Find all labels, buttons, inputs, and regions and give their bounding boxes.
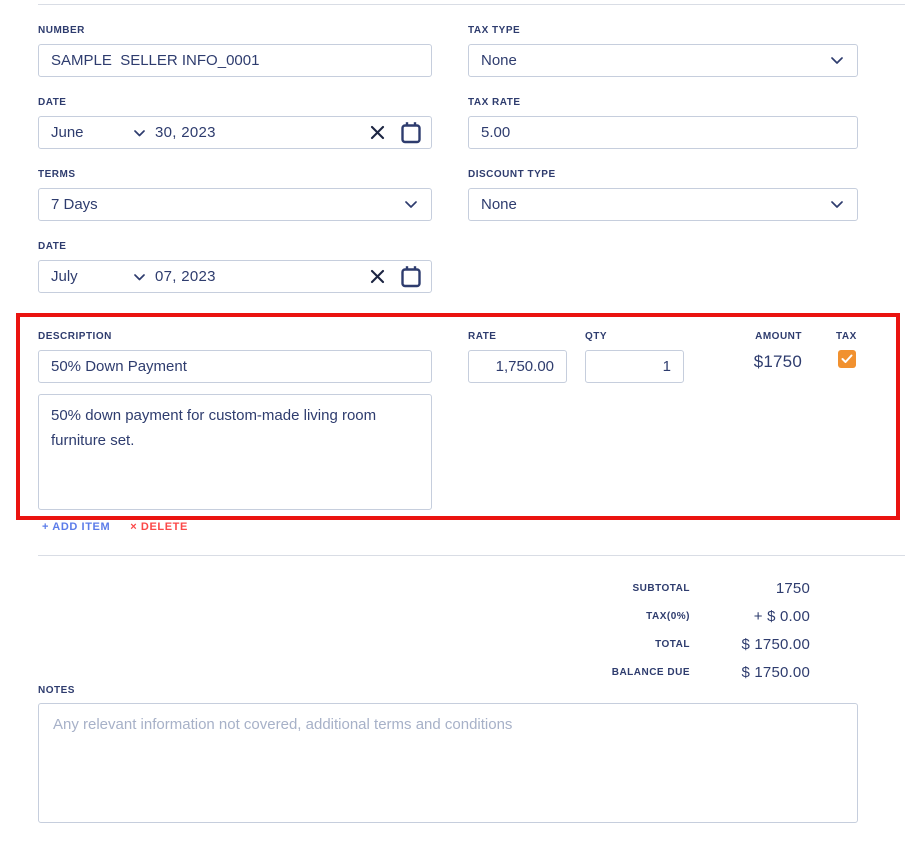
chevron-down-icon (405, 196, 417, 213)
chevron-down-icon (134, 268, 145, 285)
tax-row: TAX(0%) + $ 0.00 (540, 602, 810, 630)
issue-day-year-value[interactable]: 30, 2023 (155, 124, 216, 141)
due-date-field-group: DATE July 07, 2023 (38, 240, 432, 293)
terms-value: 7 Days (51, 196, 98, 213)
issue-date-field-group: DATE June 30, 2023 (38, 96, 432, 149)
issue-month-select[interactable]: June (39, 117, 145, 148)
balance-due-value: $ 1750.00 (690, 664, 810, 681)
item-amount-value: $1750 (690, 352, 802, 372)
chevron-down-icon (831, 196, 843, 213)
terms-select[interactable]: 7 Days (38, 188, 432, 221)
item-rate-field-group: RATE (468, 330, 567, 383)
total-label: TOTAL (540, 639, 690, 650)
due-month-value: July (51, 268, 78, 285)
issue-month-value: June (51, 124, 84, 141)
tax-rate-label: TAX RATE (468, 96, 858, 109)
calendar-icon[interactable] (400, 265, 422, 289)
due-date-label: DATE (38, 240, 432, 253)
issue-date-icons (370, 121, 431, 145)
discount-type-label: DISCOUNT TYPE (468, 168, 858, 181)
subtotal-value: 1750 (690, 580, 810, 597)
clear-date-icon[interactable] (370, 125, 385, 140)
subtotal-label: SUBTOTAL (540, 583, 690, 594)
item-description-label: DESCRIPTION (38, 330, 432, 343)
clear-date-icon[interactable] (370, 269, 385, 284)
item-tax-label: TAX (836, 330, 857, 343)
tax-total-label: TAX(0%) (540, 611, 690, 622)
tax-rate-field-group: TAX RATE (468, 96, 858, 149)
notes-textarea[interactable] (38, 703, 858, 823)
notes-label: NOTES (38, 684, 75, 697)
discount-type-field-group: DISCOUNT TYPE None (468, 168, 858, 221)
item-description-input[interactable] (38, 350, 432, 383)
calendar-icon[interactable] (400, 121, 422, 145)
tax-type-select[interactable]: None (468, 44, 858, 77)
invoice-form-page: NUMBER DATE June 30, 2023 (0, 0, 920, 868)
terms-field-group: TERMS 7 Days (38, 168, 432, 221)
due-month-select[interactable]: July (39, 261, 145, 292)
tax-type-value: None (481, 52, 517, 69)
chevron-down-icon (831, 52, 843, 69)
discount-type-select[interactable]: None (468, 188, 858, 221)
delete-item-button[interactable]: × DELETE (130, 521, 188, 533)
item-tax-block: TAX (836, 330, 857, 368)
item-rate-input[interactable] (468, 350, 567, 383)
item-amount-label: AMOUNT (690, 330, 802, 343)
subtotal-row: SUBTOTAL 1750 (540, 574, 810, 602)
tax-type-label: TAX TYPE (468, 24, 858, 37)
item-qty-label: QTY (585, 330, 684, 343)
totals-summary: SUBTOTAL 1750 TAX(0%) + $ 0.00 TOTAL $ 1… (540, 574, 810, 686)
top-divider (38, 4, 905, 5)
number-label: NUMBER (38, 24, 432, 37)
due-date-icons (370, 265, 431, 289)
balance-due-row: BALANCE DUE $ 1750.00 (540, 658, 810, 686)
item-details-textarea[interactable]: 50% down payment for custom-made living … (38, 394, 432, 510)
due-date-picker[interactable]: July 07, 2023 (38, 260, 432, 293)
tax-checkbox[interactable] (838, 350, 856, 368)
balance-due-label: BALANCE DUE (540, 667, 690, 678)
tax-rate-input[interactable] (468, 116, 858, 149)
checkmark-icon (841, 354, 853, 364)
number-field-group: NUMBER (38, 24, 432, 77)
totals-divider (38, 555, 905, 556)
item-qty-field-group: QTY (585, 330, 684, 383)
item-actions: + ADD ITEM × DELETE (42, 521, 188, 533)
item-qty-input[interactable] (585, 350, 684, 383)
discount-type-value: None (481, 196, 517, 213)
due-day-year-value[interactable]: 07, 2023 (155, 268, 216, 285)
item-description-field-group: DESCRIPTION (38, 330, 432, 383)
total-value: $ 1750.00 (690, 636, 810, 653)
chevron-down-icon (134, 124, 145, 141)
tax-total-value: + $ 0.00 (690, 608, 810, 625)
issue-date-label: DATE (38, 96, 432, 109)
number-input[interactable] (38, 44, 432, 77)
issue-date-picker[interactable]: June 30, 2023 (38, 116, 432, 149)
terms-label: TERMS (38, 168, 432, 181)
tax-type-field-group: TAX TYPE None (468, 24, 858, 77)
add-item-button[interactable]: + ADD ITEM (42, 521, 110, 533)
total-row: TOTAL $ 1750.00 (540, 630, 810, 658)
item-rate-label: RATE (468, 330, 567, 343)
item-amount-block: AMOUNT $1750 (690, 330, 802, 372)
